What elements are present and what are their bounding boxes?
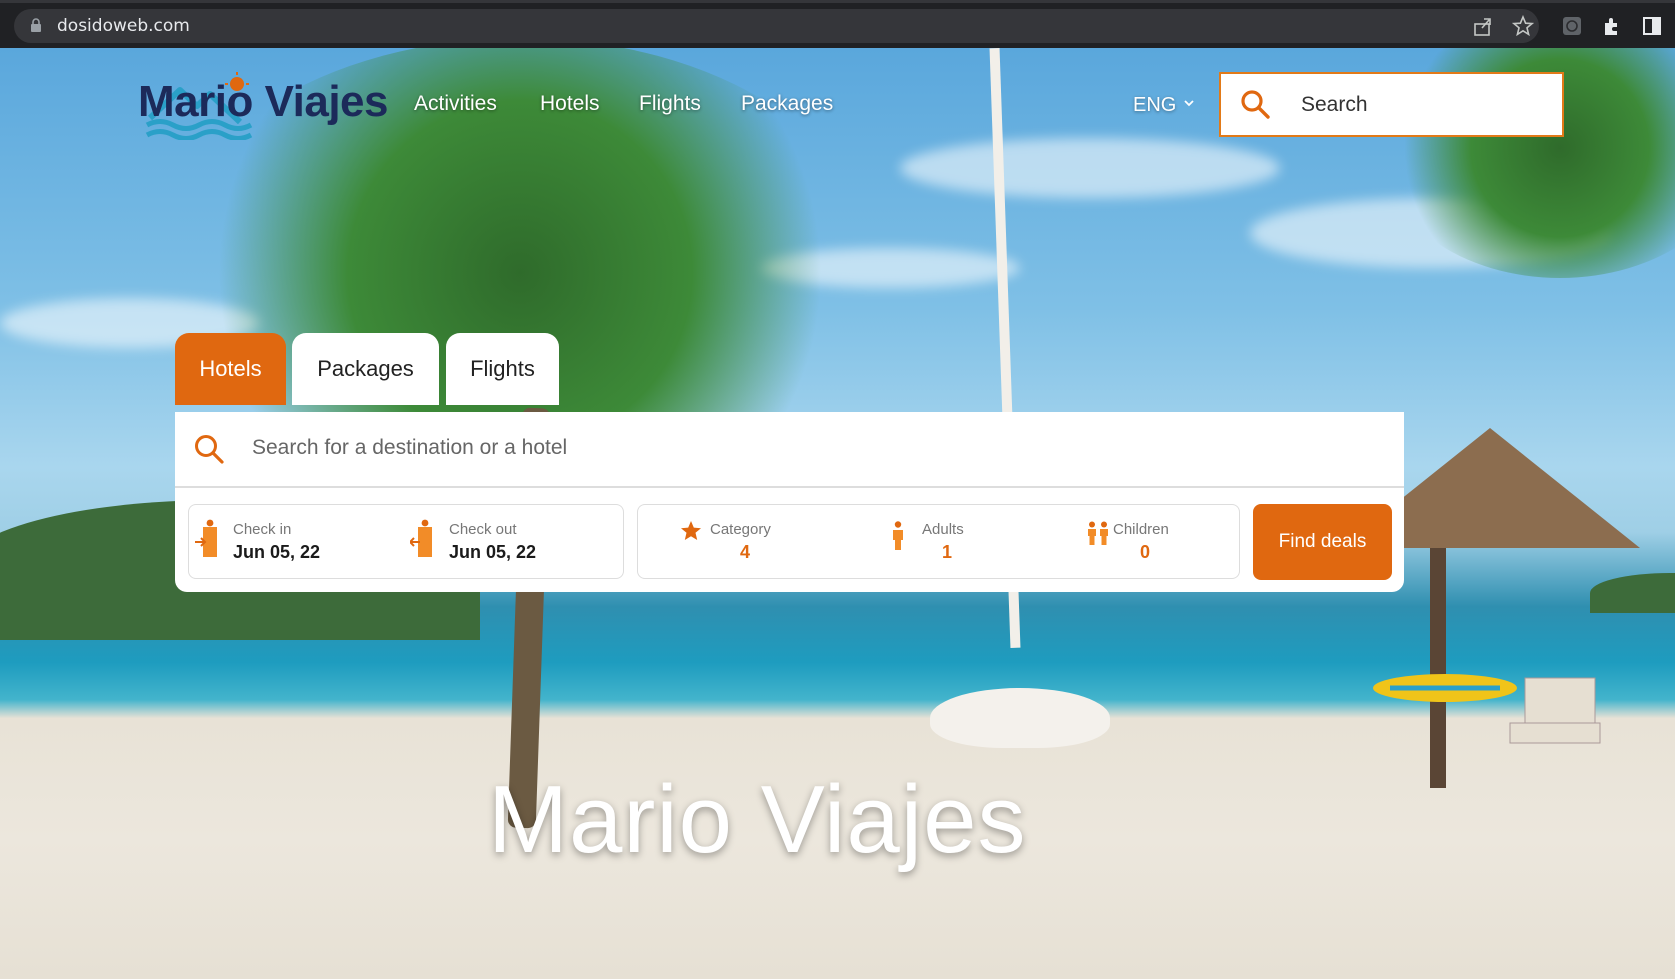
logo-text[interactable]: Mario Viajes [138,77,389,127]
nav-activities[interactable]: Activities [414,92,497,116]
sailboat [930,688,1110,748]
bookmark-star-icon[interactable] [1512,15,1534,37]
adults-label: Adults [922,521,964,538]
door-exit-icon [410,519,432,557]
browser-bar: dosidoweb.com [0,0,1675,48]
children-label: Children [1113,521,1169,538]
beach-chair [1509,677,1601,744]
side-panel-icon[interactable] [1641,15,1663,37]
header-search-box[interactable]: Search [1219,72,1564,137]
lock-icon [31,18,41,32]
nav-hotels[interactable]: Hotels [540,92,600,116]
check-in-value: Jun 05, 22 [233,542,321,562]
adults-field[interactable]: Adults 1 [890,515,1010,570]
check-out-value: Jun 05, 22 [449,542,537,562]
extension-badge-icon[interactable] [1561,15,1583,37]
children-field[interactable]: Children 0 [1085,515,1205,570]
category-label: Category [710,521,771,538]
category-field[interactable]: Category 4 [680,515,810,570]
check-out-label: Check out [449,521,517,538]
search-icon[interactable] [1239,88,1271,120]
person-icon [893,521,903,550]
tab-hotels[interactable]: Hotels [175,333,286,405]
surfboard [1373,674,1517,702]
adults-value: 1 [942,542,953,562]
children-icon [1088,521,1108,545]
destination-search-input[interactable] [252,430,1372,466]
tab-flights[interactable]: Flights [446,333,559,405]
nav-flights[interactable]: Flights [639,92,701,116]
puzzle-extensions-icon[interactable] [1601,15,1623,37]
check-in-field[interactable]: Check in Jun 05, 22 [195,515,395,570]
children-value: 0 [1140,542,1151,562]
check-in-label: Check in [233,521,292,538]
star-icon [681,521,701,540]
url-text[interactable]: dosidoweb.com [57,16,190,36]
search-icon [195,435,224,464]
door-enter-icon [195,519,217,557]
divider [175,486,1404,488]
hero-title: Mario Viajes [488,766,1027,873]
tab-packages[interactable]: Packages [292,333,439,405]
header-search-input[interactable]: Search [1301,93,1368,117]
cloud [900,138,1280,198]
share-icon[interactable] [1472,15,1494,37]
check-out-field[interactable]: Check out Jun 05, 22 [410,515,610,570]
language-selector[interactable]: ENG [1133,94,1176,117]
address-bar[interactable] [14,9,1539,43]
category-value: 4 [740,542,751,562]
nav-packages[interactable]: Packages [741,92,833,116]
chevron-down-icon[interactable] [1183,98,1195,108]
find-deals-button[interactable]: Find deals [1253,504,1392,580]
